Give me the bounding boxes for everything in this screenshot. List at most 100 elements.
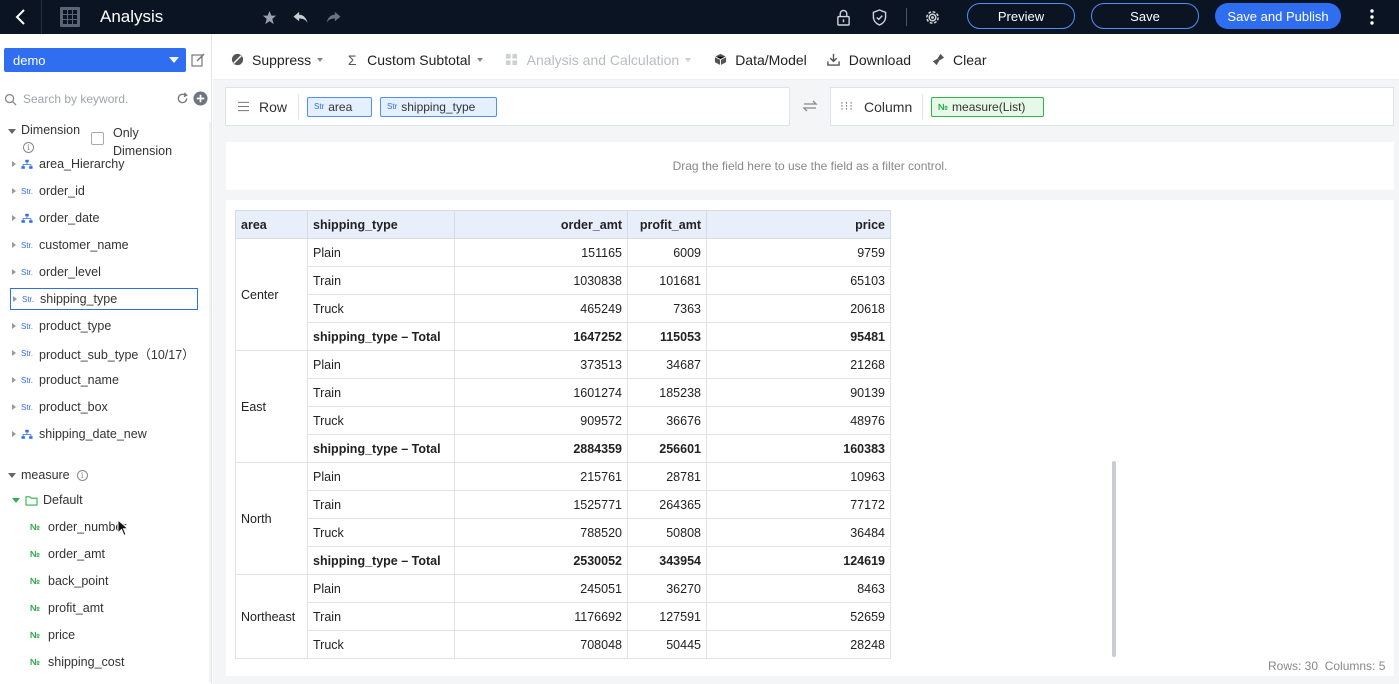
header-price[interactable]: price <box>706 210 891 239</box>
measure-field-item[interactable]: № back_point <box>30 570 200 592</box>
only-dimension-checkbox[interactable] <box>91 132 104 145</box>
measure-field-item[interactable]: № price <box>30 624 200 646</box>
value-cell[interactable]: 36270 <box>627 574 707 603</box>
value-cell[interactable]: 48976 <box>706 406 891 435</box>
value-cell[interactable]: 2530052 <box>454 546 628 575</box>
shipping-type-cell[interactable]: Truck <box>307 518 455 547</box>
value-cell[interactable]: 50445 <box>627 630 707 659</box>
dimension-field-item[interactable]: Str. product_name <box>10 369 198 391</box>
dimension-field-item[interactable]: shipping_date_new <box>10 423 198 445</box>
custom-subtotal-menu[interactable]: Σ Custom Subtotal <box>345 52 483 68</box>
value-cell[interactable]: 343954 <box>627 546 707 575</box>
header-profit-amt[interactable]: profit_amt <box>627 210 707 239</box>
header-shipping-type[interactable]: shipping_type <box>307 210 455 239</box>
swap-icon[interactable] <box>801 97 819 115</box>
value-cell[interactable]: 20618 <box>706 294 891 323</box>
value-cell[interactable]: 1647252 <box>454 322 628 351</box>
analysis-calculation-menu[interactable]: Analysis and Calculation <box>505 52 692 68</box>
shipping-type-cell[interactable]: shipping_type – Total <box>307 546 455 575</box>
shipping-type-cell[interactable]: Truck <box>307 294 455 323</box>
shipping-type-cell[interactable]: shipping_type – Total <box>307 434 455 463</box>
dimension-field-item[interactable]: Str. shipping_type <box>10 288 198 310</box>
filter-drop-zone[interactable]: Drag the field here to use the field as … <box>226 142 1394 190</box>
value-cell[interactable]: 373513 <box>454 350 628 379</box>
value-cell[interactable]: 21268 <box>706 350 891 379</box>
dimension-field-item[interactable]: Str. order_id <box>10 180 198 202</box>
value-cell[interactable]: 1176692 <box>454 602 628 631</box>
shipping-type-cell[interactable]: Train <box>307 490 455 519</box>
dimension-field-item[interactable]: Str. product_type <box>10 315 198 337</box>
value-cell[interactable]: 65103 <box>706 266 891 295</box>
shipping-type-cell[interactable]: Truck <box>307 630 455 659</box>
column-pill-measure-list[interactable]: № measure(List) <box>931 96 1044 117</box>
row-pill-shipping-type[interactable]: Str shipping_type <box>380 96 497 117</box>
dimension-field-item[interactable]: area_Hierarchy <box>10 153 198 175</box>
value-cell[interactable]: 909572 <box>454 406 628 435</box>
value-cell[interactable]: 95481 <box>706 322 891 351</box>
value-cell[interactable]: 256601 <box>627 434 707 463</box>
value-cell[interactable]: 36676 <box>627 406 707 435</box>
measure-field-item[interactable]: № profit_amt <box>30 597 200 619</box>
shipping-type-cell[interactable]: Plain <box>307 238 455 267</box>
value-cell[interactable]: 465249 <box>454 294 628 323</box>
shipping-type-cell[interactable]: Plain <box>307 574 455 603</box>
value-cell[interactable]: 28248 <box>706 630 891 659</box>
value-cell[interactable]: 52659 <box>706 602 891 631</box>
shield-icon[interactable] <box>870 8 888 26</box>
shipping-type-cell[interactable]: Plain <box>307 350 455 379</box>
value-cell[interactable]: 36484 <box>706 518 891 547</box>
save-and-publish-button[interactable]: Save and Publish <box>1215 3 1341 29</box>
more-options-icon[interactable] <box>1362 0 1382 34</box>
measure-field-item[interactable]: № order_amt <box>30 543 200 565</box>
dataset-select[interactable]: demo <box>4 48 186 72</box>
measure-field-item[interactable]: № order_number <box>30 516 200 538</box>
undo-icon[interactable] <box>292 8 310 26</box>
value-cell[interactable]: 90139 <box>706 378 891 407</box>
value-cell[interactable]: 127591 <box>627 602 707 631</box>
shipping-type-cell[interactable]: Truck <box>307 406 455 435</box>
value-cell[interactable]: 7363 <box>627 294 707 323</box>
download-button[interactable]: Download <box>827 52 911 68</box>
value-cell[interactable]: 160383 <box>706 434 891 463</box>
refresh-icon[interactable] <box>176 92 189 105</box>
value-cell[interactable]: 9759 <box>706 238 891 267</box>
value-cell[interactable]: 101681 <box>627 266 707 295</box>
redo-icon[interactable] <box>324 8 342 26</box>
value-cell[interactable]: 115053 <box>627 322 707 351</box>
value-cell[interactable]: 245051 <box>454 574 628 603</box>
row-shelf[interactable]: Row Str area Str shipping_type <box>225 87 790 126</box>
value-cell[interactable]: 124619 <box>706 546 891 575</box>
save-button[interactable]: Save <box>1091 3 1199 29</box>
value-cell[interactable]: 788520 <box>454 518 628 547</box>
value-cell[interactable]: 215761 <box>454 462 628 491</box>
value-cell[interactable]: 151165 <box>454 238 628 267</box>
dimension-field-item[interactable]: Str. customer_name <box>10 234 198 256</box>
area-cell[interactable]: Northeast <box>235 574 308 659</box>
data-model-button[interactable]: Data/Model <box>713 52 807 68</box>
table-scrollbar[interactable] <box>1112 461 1116 657</box>
value-cell[interactable]: 2884359 <box>454 434 628 463</box>
suppress-menu[interactable]: Suppress <box>230 52 324 68</box>
dimension-field-item[interactable]: Str. product_sub_type（10/17） <box>10 342 198 364</box>
column-shelf[interactable]: Column № measure(List) <box>830 87 1394 126</box>
shipping-type-cell[interactable]: shipping_type – Total <box>307 322 455 351</box>
lock-icon[interactable] <box>834 8 852 26</box>
value-cell[interactable]: 1601274 <box>454 378 628 407</box>
value-cell[interactable]: 77172 <box>706 490 891 519</box>
shipping-type-cell[interactable]: Train <box>307 602 455 631</box>
value-cell[interactable]: 34687 <box>627 350 707 379</box>
dimension-field-item[interactable]: order_date <box>10 207 198 229</box>
value-cell[interactable]: 1525771 <box>454 490 628 519</box>
measure-section-header[interactable]: measure i <box>8 468 88 482</box>
dimension-field-item[interactable]: Str. product_box <box>10 396 198 418</box>
value-cell[interactable]: 6009 <box>627 238 707 267</box>
gear-icon[interactable] <box>923 8 941 26</box>
shipping-type-cell[interactable]: Train <box>307 378 455 407</box>
preview-button[interactable]: Preview <box>967 3 1075 29</box>
value-cell[interactable]: 10963 <box>706 462 891 491</box>
value-cell[interactable]: 1030838 <box>454 266 628 295</box>
header-order-amt[interactable]: order_amt <box>454 210 628 239</box>
value-cell[interactable]: 264365 <box>627 490 707 519</box>
dimension-section-header[interactable]: Dimension i <box>8 124 80 153</box>
edit-icon[interactable] <box>191 53 205 67</box>
